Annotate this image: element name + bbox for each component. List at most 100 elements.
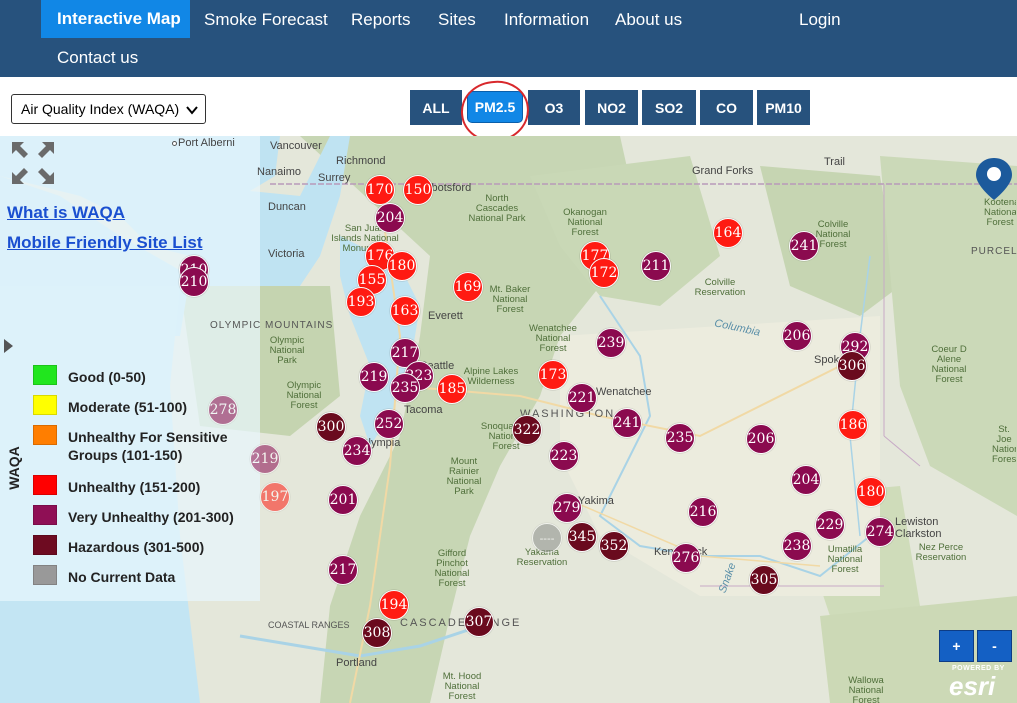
city-label: Wenatchee: [596, 386, 652, 398]
monitor-marker[interactable]: 352: [599, 531, 629, 561]
legend-title: WAQA: [5, 446, 22, 490]
monitor-marker[interactable]: 204: [791, 465, 821, 495]
monitor-marker[interactable]: 235: [390, 373, 420, 403]
nav-interactive-map[interactable]: Interactive Map: [41, 0, 190, 38]
monitor-marker[interactable]: 163: [390, 296, 420, 326]
monitor-marker[interactable]: 216: [688, 497, 718, 527]
nav-sites[interactable]: Sites: [438, 10, 476, 30]
monitor-marker[interactable]: 206: [782, 321, 812, 351]
zoom-in-button[interactable]: +: [939, 630, 974, 662]
monitor-marker[interactable]: 300: [316, 412, 346, 442]
monitor-marker[interactable]: 211: [641, 251, 671, 281]
location-pin-icon[interactable]: [974, 156, 1014, 202]
monitor-marker[interactable]: 241: [612, 408, 642, 438]
city-label: Duncan: [268, 201, 306, 213]
legend-label: No Current Data: [68, 569, 176, 585]
chevron-down-icon: [186, 106, 198, 115]
monitor-marker[interactable]: 185: [437, 374, 467, 404]
monitor-marker[interactable]: ----: [532, 523, 562, 553]
nav-contact-us[interactable]: Contact us: [57, 48, 138, 68]
pollutant-pm10-button[interactable]: PM10: [757, 90, 810, 125]
city-label: Vancouver: [270, 140, 322, 152]
park-label: Olympic National Park: [269, 335, 305, 366]
mobile-site-list-link[interactable]: Mobile Friendly Site List: [7, 233, 203, 253]
monitor-marker[interactable]: 279: [552, 493, 582, 523]
legend-label: Hazardous (301-500): [68, 539, 205, 555]
monitor-marker[interactable]: 307: [464, 607, 494, 637]
legend-label: Unhealthy (151-200): [68, 479, 201, 495]
pollutant-so2-button[interactable]: SO2: [642, 90, 696, 125]
monitor-marker[interactable]: 206: [746, 424, 776, 454]
what-is-waqa-link[interactable]: What is WAQA: [7, 203, 125, 223]
monitor-marker[interactable]: 223: [549, 441, 579, 471]
park-label: Gifford Pinchot National Forest: [434, 548, 470, 589]
monitor-marker[interactable]: 193: [346, 287, 376, 317]
park-label: Alpine Lakes Wilderness: [463, 366, 519, 387]
monitor-marker[interactable]: 345: [567, 522, 597, 552]
monitor-marker[interactable]: 173: [538, 360, 568, 390]
city-label: Everett: [428, 310, 463, 322]
monitor-marker[interactable]: 305: [749, 565, 779, 595]
monitor-marker[interactable]: 221: [567, 383, 597, 413]
monitor-marker[interactable]: 210: [179, 267, 209, 297]
index-select[interactable]: Air Quality Index (WAQA): [11, 94, 206, 124]
monitor-marker[interactable]: 217: [328, 555, 358, 585]
legend-swatch: [33, 365, 57, 385]
city-label: Trail: [824, 156, 845, 168]
monitor-marker[interactable]: 219: [250, 444, 280, 474]
legend-swatch: [33, 475, 57, 495]
park-label: Nez Perce Reservation: [915, 542, 967, 563]
monitor-marker[interactable]: 274: [865, 517, 895, 547]
monitor-marker[interactable]: 172: [589, 258, 619, 288]
monitor-marker[interactable]: 180: [856, 477, 886, 507]
monitor-marker[interactable]: 235: [665, 423, 695, 453]
pollutant-co-button[interactable]: CO: [700, 90, 753, 125]
pollutant-o3-button[interactable]: O3: [528, 90, 580, 125]
monitor-marker[interactable]: 308: [362, 618, 392, 648]
monitor-marker[interactable]: 241: [789, 231, 819, 261]
nav-smoke-forecast[interactable]: Smoke Forecast: [204, 10, 328, 30]
monitor-marker[interactable]: 239: [596, 328, 626, 358]
monitor-marker[interactable]: 169: [453, 272, 483, 302]
nav-information[interactable]: Information: [504, 10, 589, 30]
pollutant-no2-button[interactable]: NO2: [585, 90, 638, 125]
monitor-marker[interactable]: 252: [374, 409, 404, 439]
zoom-out-button[interactable]: -: [977, 630, 1012, 662]
monitor-marker[interactable]: 150: [403, 175, 433, 205]
monitor-marker[interactable]: 186: [838, 410, 868, 440]
park-label: Colville Reservation: [694, 277, 746, 298]
city-label: Surrey: [318, 172, 351, 184]
fullscreen-icon[interactable]: [10, 140, 56, 186]
monitor-marker[interactable]: 278: [208, 395, 238, 425]
nav-reports[interactable]: Reports: [351, 10, 411, 30]
legend-label: Moderate (51-100): [68, 399, 188, 415]
city-label: Nanaimo: [257, 166, 302, 178]
monitor-marker[interactable]: 201: [328, 485, 358, 515]
monitor-marker[interactable]: 234: [342, 436, 372, 466]
nav-about-us[interactable]: About us: [615, 10, 682, 30]
city-label: Richmond: [336, 155, 386, 167]
pollutant-all-button[interactable]: ALL: [410, 90, 462, 125]
park-label: Mt. Hood National Forest: [442, 671, 482, 702]
nav-login[interactable]: Login: [799, 10, 841, 30]
monitor-marker[interactable]: 238: [782, 531, 812, 561]
monitor-marker[interactable]: 229: [815, 510, 845, 540]
legend-swatch: [33, 425, 57, 445]
monitor-marker[interactable]: 197: [260, 482, 290, 512]
park-label: Umatilla National Forest: [827, 544, 863, 575]
monitor-marker[interactable]: 204: [375, 203, 405, 233]
monitor-marker[interactable]: 194: [379, 590, 409, 620]
panel-toggle-icon[interactable]: [4, 339, 13, 353]
monitor-marker[interactable]: 180: [387, 251, 417, 281]
monitor-marker[interactable]: 219: [359, 362, 389, 392]
legend-label: Good (0-50): [68, 369, 146, 385]
monitor-marker[interactable]: 276: [671, 543, 701, 573]
city-label: Port Alberni: [178, 137, 235, 149]
monitor-marker[interactable]: 322: [512, 415, 542, 445]
monitor-marker[interactable]: 306: [837, 351, 867, 381]
region-label: CASCADE RANGE: [400, 617, 522, 629]
park-label: Kootenai National Forest: [984, 198, 1016, 228]
monitor-marker[interactable]: 170: [365, 175, 395, 205]
monitor-marker[interactable]: 164: [713, 218, 743, 248]
park-label: Okanogan National Forest: [563, 207, 607, 238]
